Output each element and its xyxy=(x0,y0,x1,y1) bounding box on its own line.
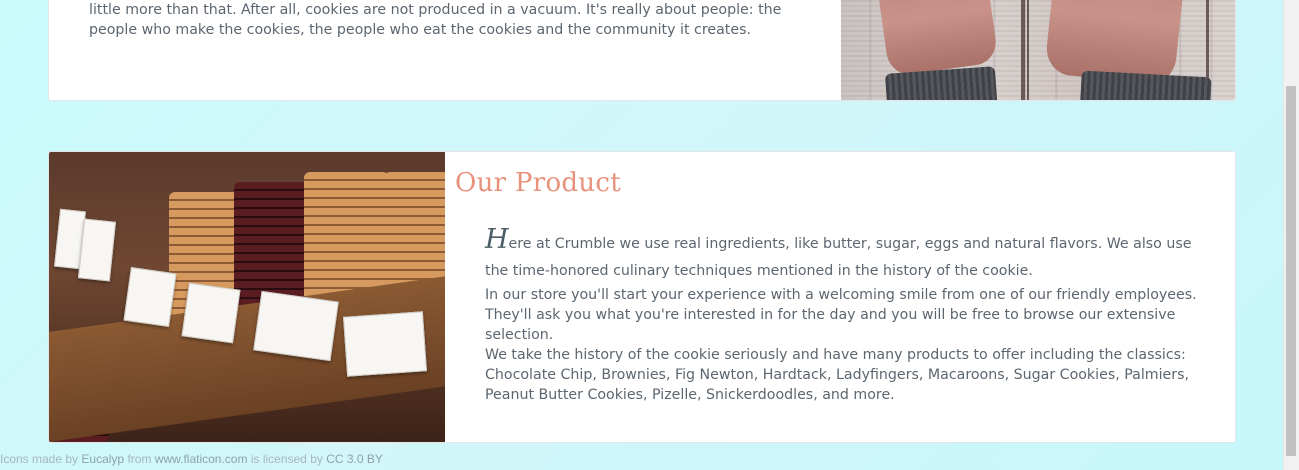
cookies-photo xyxy=(49,152,445,442)
about-card: little more than that. After all, cookie… xyxy=(48,0,1236,101)
about-text-line: little more than that. After all, cookie… xyxy=(89,2,782,18)
product-card: Our Product Here at Crumble we use real … xyxy=(48,151,1236,443)
product-description: Here at Crumble we use real ingredients,… xyxy=(485,226,1215,405)
product-paragraph: Here at Crumble we use real ingredients,… xyxy=(485,226,1215,285)
about-text-line: people who make the cookies, the people … xyxy=(89,22,751,38)
product-content: Our Product xyxy=(455,168,1215,198)
credit-licensed: is licensed by xyxy=(250,452,323,466)
product-paragraph: We take the history of the cookie seriou… xyxy=(485,347,1190,403)
credit-prefix: Icons made by xyxy=(0,452,79,466)
product-paragraph: In our store you'll start your experienc… xyxy=(485,287,1197,343)
about-text: little more than that. After all, cookie… xyxy=(89,0,789,40)
credit-from: from xyxy=(127,452,152,466)
product-title: Our Product xyxy=(455,168,622,198)
license-link[interactable]: CC 3.0 BY xyxy=(326,452,383,466)
icon-credit: Icons made by Eucalyp from www.flaticon.… xyxy=(0,452,383,466)
hands-photo xyxy=(841,0,1235,100)
page-scrollbar[interactable] xyxy=(1283,0,1299,470)
drop-cap: H xyxy=(485,224,509,255)
scrollbar-thumb[interactable] xyxy=(1286,86,1296,456)
product-paragraph-text: ere at Crumble we use real ingredients, … xyxy=(485,236,1192,279)
flaticon-link[interactable]: www.flaticon.com xyxy=(155,452,248,466)
author-link[interactable]: Eucalyp xyxy=(81,452,124,466)
